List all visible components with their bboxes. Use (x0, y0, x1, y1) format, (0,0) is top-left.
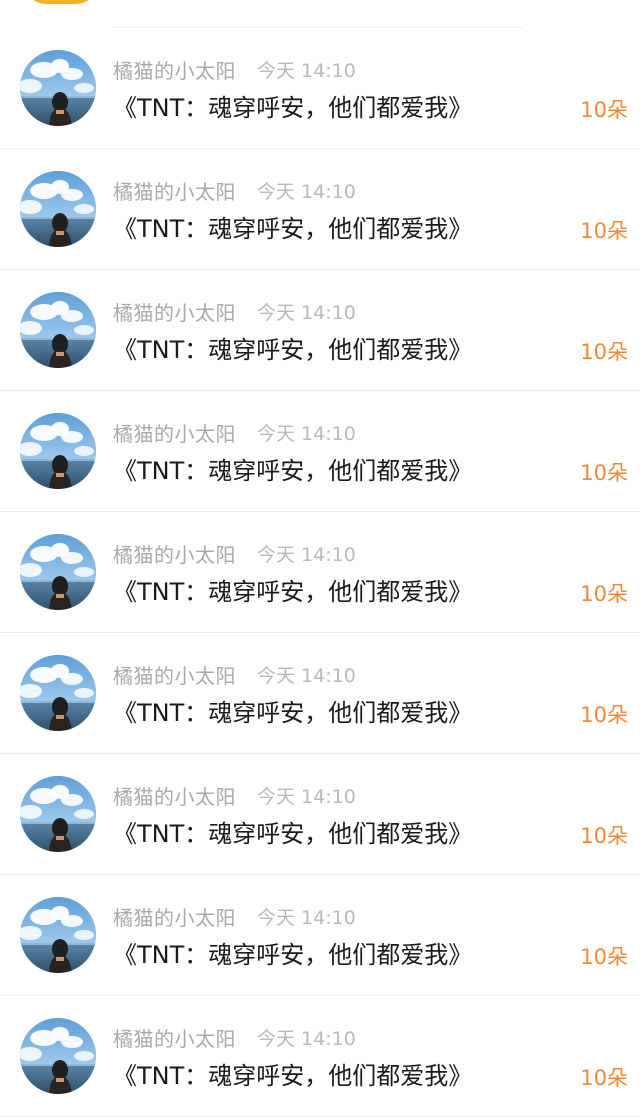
flower-amount: 10朵 (580, 340, 628, 364)
book-title[interactable]: 《TNT：魂穿呼安，他们都爱我》 (113, 1056, 472, 1091)
sender-name[interactable]: 橘猫的小太阳 (113, 176, 236, 205)
timestamp: 今天 14:10 (257, 181, 356, 203)
list-item[interactable]: 橘猫的小太阳 今天 14:10 《TNT：魂穿呼安，他们都爱我》 10朵 (0, 754, 640, 875)
avatar[interactable] (20, 897, 96, 973)
flower-amount: 10朵 (580, 1066, 628, 1090)
timestamp: 今天 14:10 (257, 302, 356, 324)
avatar-sky-sea-photo-icon (20, 897, 96, 973)
book-title[interactable]: 《TNT：魂穿呼安，他们都爱我》 (113, 693, 472, 728)
sender-name[interactable]: 橘猫的小太阳 (113, 297, 236, 326)
avatar[interactable] (20, 50, 96, 126)
timestamp: 今天 14:10 (257, 544, 356, 566)
flower-amount: 10朵 (580, 582, 628, 606)
timestamp: 今天 14:10 (257, 423, 356, 445)
timestamp: 今天 14:10 (257, 1028, 356, 1050)
list-item[interactable]: 橘猫的小太阳 今天 14:10 《TNT：魂穿呼安，他们都爱我》 10朵 (0, 270, 640, 391)
book-title[interactable]: 《TNT：魂穿呼安，他们都爱我》 (113, 209, 472, 244)
flower-amount: 10朵 (580, 824, 628, 848)
avatar[interactable] (20, 534, 96, 610)
list-item[interactable]: 橘猫的小太阳 今天 14:10 《TNT：魂穿呼安，他们都爱我》 10朵 (0, 875, 640, 996)
flower-amount: 10朵 (580, 461, 628, 485)
flower-amount: 10朵 (580, 219, 628, 243)
avatar-sky-sea-photo-icon (20, 655, 96, 731)
avatar-sky-sea-photo-icon (20, 171, 96, 247)
timestamp: 今天 14:10 (257, 665, 356, 687)
list-item[interactable]: 橘猫的小太阳 今天 14:10 《TNT：魂穿呼安，他们都爱我》 10朵 (0, 391, 640, 512)
gift-record-list[interactable]: 橘猫的小太阳 今天 14:10 《TNT：魂穿呼安，他们都爱我》 10朵 橘猫的… (0, 28, 640, 1117)
timestamp: 今天 14:10 (257, 60, 356, 82)
flower-amount: 10朵 (580, 945, 628, 969)
sender-name[interactable]: 橘猫的小太阳 (113, 781, 236, 810)
sender-name[interactable]: 橘猫的小太阳 (113, 539, 236, 568)
avatar[interactable] (20, 292, 96, 368)
timestamp: 今天 14:10 (257, 786, 356, 808)
sender-name[interactable]: 橘猫的小太阳 (113, 1023, 236, 1052)
flower-amount: 10朵 (580, 98, 628, 122)
sender-name[interactable]: 橘猫的小太阳 (113, 660, 236, 689)
list-item[interactable]: 橘猫的小太阳 今天 14:10 《TNT：魂穿呼安，他们都爱我》 10朵 (0, 149, 640, 270)
avatar-sky-sea-photo-icon (20, 776, 96, 852)
list-item[interactable]: 橘猫的小太阳 今天 14:10 《TNT：魂穿呼安，他们都爱我》 10朵 (0, 633, 640, 754)
avatar-sky-sea-photo-icon (20, 413, 96, 489)
sender-name[interactable]: 橘猫的小太阳 (113, 902, 236, 931)
avatar-sky-sea-photo-icon (20, 50, 96, 126)
avatar[interactable] (20, 171, 96, 247)
flower-amount: 10朵 (580, 703, 628, 727)
list-item[interactable]: 橘猫的小太阳 今天 14:10 《TNT：魂穿呼安，他们都爱我》 10朵 (0, 28, 640, 149)
list-item[interactable]: 橘猫的小太阳 今天 14:10 《TNT：魂穿呼安，他们都爱我》 10朵 (0, 512, 640, 633)
avatar[interactable] (20, 413, 96, 489)
book-title[interactable]: 《TNT：魂穿呼安，他们都爱我》 (113, 814, 472, 849)
avatar-sky-sea-photo-icon (20, 534, 96, 610)
book-title[interactable]: 《TNT：魂穿呼安，他们都爱我》 (113, 572, 472, 607)
book-title[interactable]: 《TNT：魂穿呼安，他们都爱我》 (113, 451, 472, 486)
previous-list-item-partial (0, 0, 640, 28)
avatar[interactable] (20, 1018, 96, 1094)
avatar-sky-sea-photo-icon (20, 292, 96, 368)
book-title[interactable]: 《TNT：魂穿呼安，他们都爱我》 (113, 935, 472, 970)
book-title[interactable]: 《TNT：魂穿呼安，他们都爱我》 (113, 88, 472, 123)
timestamp: 今天 14:10 (257, 907, 356, 929)
sender-name[interactable]: 橘猫的小太阳 (113, 55, 236, 84)
book-title[interactable]: 《TNT：魂穿呼安，他们都爱我》 (113, 330, 472, 365)
avatar[interactable] (20, 655, 96, 731)
avatar-sky-sea-photo-icon (20, 1018, 96, 1094)
avatar[interactable] (20, 776, 96, 852)
avatar[interactable] (24, 0, 98, 4)
list-item[interactable]: 橘猫的小太阳 今天 14:10 《TNT：魂穿呼安，他们都爱我》 10朵 (0, 996, 640, 1117)
sender-name[interactable]: 橘猫的小太阳 (113, 418, 236, 447)
